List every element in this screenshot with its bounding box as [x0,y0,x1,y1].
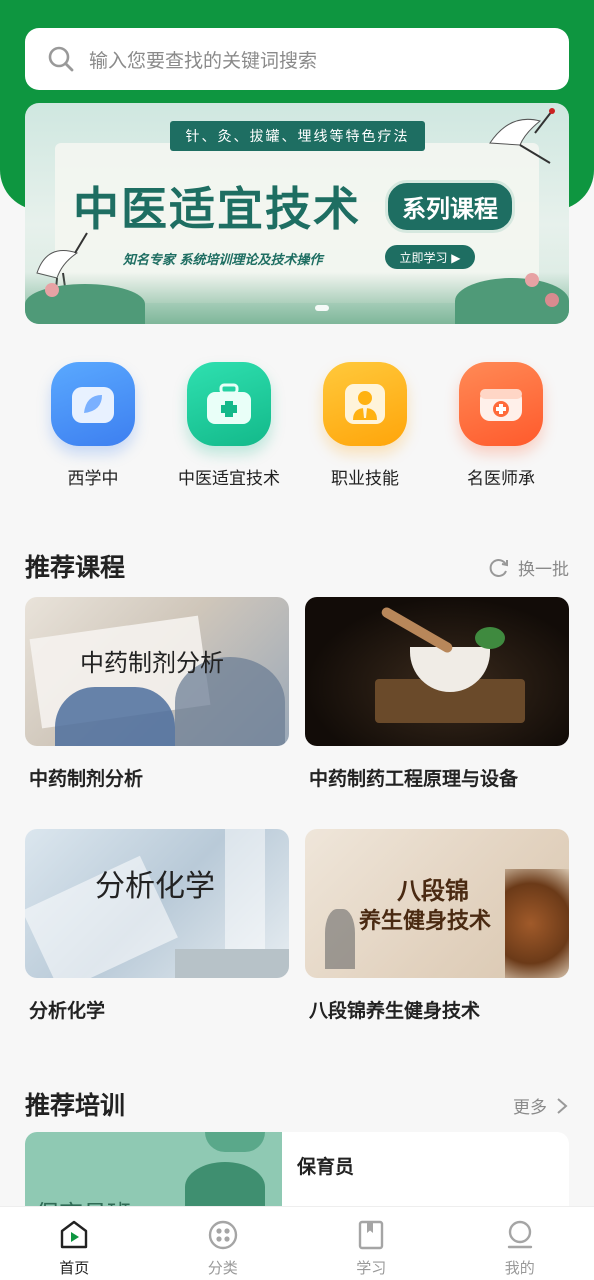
tab-label: 首页 [59,1259,90,1277]
more-label: 更多 [513,1098,547,1118]
course-thumbnail-text: 分析化学 [95,869,215,904]
course-thumbnail: 八段锦 养生健身技术 [305,829,569,978]
tab-category[interactable]: 分类 [149,1207,298,1280]
banner-title: 中医适宜技术 [73,182,361,236]
search-bar[interactable]: 输入您要查找的关键词搜索 [25,28,569,90]
chevron-right-icon [557,1097,568,1114]
category-tcm-technique[interactable]: 中医适宜技术 [161,362,297,492]
training-name: 保育员 [297,1156,355,1178]
bottom-tab-bar: 首页 分类 学习 我的 [0,1206,594,1280]
flower-decoration [525,273,539,287]
leaf-icon [51,362,135,446]
course-card[interactable]: 八段锦 养生健身技术 八段锦养生健身技术 [305,829,569,1023]
banner-ribbon: 针、灸、拔罐、埋线等特色疗法 [170,121,425,151]
course-name: 分析化学 [29,1000,106,1022]
course-card[interactable]: 分析化学 分析化学 [25,829,289,1023]
category-label: 名医师承 [467,469,535,489]
refresh-label: 换一批 [518,560,569,580]
course-card[interactable]: 中药制药工程原理与设备 [305,597,569,791]
tab-mine[interactable]: 我的 [446,1207,594,1280]
flower-decoration [45,283,59,297]
tab-study[interactable]: 学习 [297,1207,446,1280]
search-icon [48,46,74,72]
category-label: 职业技能 [331,469,399,489]
course-name: 中药制剂分析 [29,768,144,790]
tab-label: 学习 [356,1259,387,1277]
course-thumbnail-text: 八段锦 [397,876,469,905]
profile-icon [507,1220,532,1249]
tab-label: 分类 [207,1259,238,1277]
course-thumbnail-text: 中药制剂分析 [80,649,224,677]
home-play-icon [61,1220,88,1249]
medical-kit-icon [187,362,271,446]
category-label: 西学中 [67,469,119,489]
refresh-button[interactable]: 换一批 [488,555,569,580]
category-dots-icon [208,1220,237,1250]
category-grid: 西学中 中医适宜技术 职业技能 名医师承 [25,362,569,492]
course-name: 中药制药工程原理与设备 [309,768,519,790]
course-name: 八段锦养生健身技术 [309,1000,481,1022]
crane-illustration [489,108,555,164]
training-card[interactable]: 保育员班 保育员 [25,1132,569,1212]
refresh-icon [489,558,508,577]
course-thumbnail: 分析化学 [25,829,289,978]
section-title-courses: 推荐课程 [25,553,126,582]
course-thumbnail: 中药制剂分析 [25,597,289,746]
more-link[interactable]: 更多 [513,1093,569,1118]
course-card[interactable]: 中药制剂分析 中药制剂分析 [25,597,289,791]
flower-decoration [545,293,559,307]
banner-study-button[interactable]: 立即学习 ▶ [385,245,475,269]
category-vocational[interactable]: 职业技能 [297,362,433,492]
training-thumbnail: 保育员班 [25,1132,282,1212]
course-thumbnail-text: 养生健身技术 [359,908,492,934]
section-title-training: 推荐培训 [25,1091,126,1120]
bush-decoration [25,284,145,324]
banner-subtitle: 知名专家 系统培训理论及技术操作 [123,253,323,268]
person-tie-icon [323,362,407,446]
course-thumbnail [305,597,569,746]
medicine-box-icon [459,362,543,446]
promo-banner[interactable]: 针、灸、拔罐、埋线等特色疗法 中医适宜技术 系列课程 知名专家 系统培训理论及技… [25,103,569,324]
search-placeholder: 输入您要查找的关键词搜索 [89,49,318,72]
category-label: 中医适宜技术 [178,469,280,489]
category-master-apprentice[interactable]: 名医师承 [433,362,569,492]
tab-home[interactable]: 首页 [0,1207,149,1280]
banner-series-tag: 系列课程 [385,180,515,233]
book-icon [359,1220,384,1250]
tab-label: 我的 [504,1259,535,1277]
carousel-indicator [315,305,329,311]
category-xixuezhong[interactable]: 西学中 [25,362,161,492]
